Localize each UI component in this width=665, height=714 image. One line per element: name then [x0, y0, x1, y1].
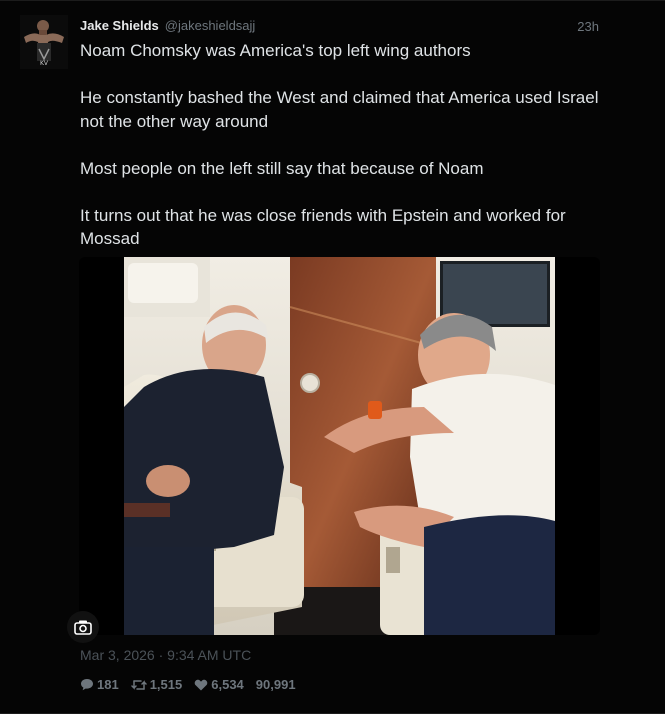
retweet-action[interactable]: 1,515	[130, 677, 183, 692]
author-display-name[interactable]: Jake Shields	[80, 18, 159, 33]
tweet-datetime[interactable]: Mar 3, 2026 · 9:34 AM UTC	[80, 647, 251, 663]
tweet-photo[interactable]	[124, 257, 555, 635]
photo-illustration	[124, 257, 555, 635]
tweet-stats: 181 1,515 6,534 90,991	[80, 677, 296, 692]
author-handle[interactable]: @jakeshieldsajj	[165, 18, 256, 33]
reply-action[interactable]: 181	[80, 677, 119, 692]
retweet-count: 1,515	[149, 677, 183, 692]
tweet-card: KV Jake Shields @jakeshieldsajj 23h Noam…	[0, 0, 665, 714]
tweet-media[interactable]	[79, 257, 600, 635]
tweet-text: Noam Chomsky was America's top left wing…	[80, 39, 620, 251]
photo-camera-button[interactable]	[67, 611, 99, 643]
tweet-paragraph: Noam Chomsky was America's top left wing…	[80, 41, 471, 60]
tweet-relative-time[interactable]: 23h	[577, 19, 599, 34]
reply-count: 181	[97, 677, 119, 692]
retweet-icon	[130, 679, 147, 690]
tweet-paragraph: He constantly bashed the West and claime…	[80, 88, 599, 131]
reply-bubble-icon	[81, 679, 93, 691]
heart-icon	[194, 679, 208, 690]
avatar[interactable]: KV	[20, 15, 68, 69]
like-action[interactable]: 6,534	[194, 677, 244, 692]
svg-text:KV: KV	[40, 60, 49, 67]
views-action[interactable]: 90,991	[256, 677, 296, 692]
view-count: 90,991	[255, 677, 296, 692]
tweet-header: Jake Shields @jakeshieldsajj	[80, 18, 601, 36]
camera-icon	[74, 620, 92, 635]
like-count: 6,534	[211, 677, 244, 692]
tweet-paragraph: It turns out that he was close friends w…	[80, 205, 566, 249]
tweet-paragraph: Most people on the left still say that b…	[80, 158, 484, 178]
avatar-image: KV	[20, 15, 68, 69]
